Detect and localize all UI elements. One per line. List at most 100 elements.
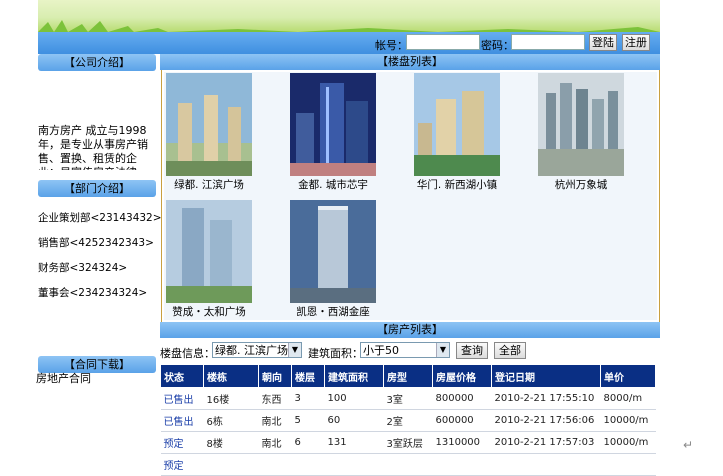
table-cell (324, 453, 384, 476)
department-item[interactable]: 企业策划部<23143432> (38, 210, 162, 225)
column-header: 单价 (600, 364, 656, 388)
column-header: 朝向 (258, 364, 292, 388)
property-photo (538, 73, 624, 176)
account-label: 帐号： (375, 39, 408, 52)
register-button[interactable]: 注册 (622, 34, 650, 51)
query-button[interactable]: 查询 (456, 342, 488, 359)
login-button[interactable]: 登陆 (589, 34, 617, 51)
area-select[interactable]: 小于50 ▼ (360, 342, 450, 358)
header-banner (38, 0, 660, 32)
status-cell[interactable]: 已售出 (160, 387, 204, 410)
chevron-down-icon: ▼ (436, 343, 449, 357)
column-header: 房屋价格 (432, 364, 492, 388)
column-header: 状态 (160, 364, 204, 388)
department-item[interactable]: 财务部<324324> (38, 260, 127, 275)
column-header: 楼层 (291, 364, 325, 388)
table-cell (491, 453, 601, 476)
grass-decoration (38, 20, 660, 32)
table-cell: 10000/m (600, 409, 656, 432)
table-cell (600, 453, 656, 476)
property-card[interactable]: 杭州万象城 (538, 73, 624, 192)
property-card[interactable]: 赞成・太和广场 (166, 200, 252, 319)
table-cell: 100 (324, 387, 384, 410)
house-list-title: 【房产列表】 (160, 322, 660, 338)
return-mark: ↵ (683, 438, 694, 452)
column-header: 登记日期 (491, 364, 601, 388)
property-name: 杭州万象城 (554, 179, 608, 191)
property-photo (166, 73, 252, 176)
table-cell: 8楼 (203, 431, 259, 454)
table-cell: 6 (291, 431, 325, 454)
table-cell (432, 453, 492, 476)
table-cell: 2010-2-21 17:55:10 (491, 387, 601, 410)
property-photo (290, 73, 376, 176)
column-header: 房型 (383, 364, 433, 388)
property-name: 赞成・太和广场 (172, 306, 246, 318)
column-header: 建筑面积 (324, 364, 384, 388)
table-row: 预定 (160, 453, 656, 476)
table-cell: 3 (291, 387, 325, 410)
property-card[interactable]: 绿都. 江滨广场 (166, 73, 252, 192)
status-cell[interactable]: 预定 (160, 431, 204, 454)
table-cell (203, 453, 259, 476)
password-label: 密码： (481, 39, 514, 52)
table-cell: 5 (291, 409, 325, 432)
table-cell: 东西 (258, 387, 292, 410)
table-cell: 3室跃层 (383, 431, 433, 454)
table-cell: 16楼 (203, 387, 259, 410)
department-item[interactable]: 董事会<234234324> (38, 285, 147, 300)
table-cell (383, 453, 433, 476)
contract-download-link[interactable]: 房地产合同 (36, 372, 154, 386)
property-name: 绿都. 江滨广场 (174, 179, 244, 191)
show-all-button[interactable]: 全部 (494, 342, 526, 359)
table-row: 已售出 16楼 东西 3 100 3室 800000 2010-2-21 17:… (160, 387, 656, 410)
table-cell: 6栋 (203, 409, 259, 432)
house-table: 状态 楼栋 朝向 楼层 建筑面积 房型 房屋价格 登记日期 单价 已售出 16楼… (160, 364, 656, 476)
chevron-down-icon: ▼ (288, 343, 301, 357)
login-bar: 帐号： 密码： 登陆 注册 (38, 32, 660, 54)
company-intro-text: 南方房产 成立与1998年，是专业从事房产销售、置换、租赁的企业；是宣传房产法律… (38, 124, 148, 170)
table-cell: 2室 (383, 409, 433, 432)
table-cell: 60 (324, 409, 384, 432)
password-input[interactable] (511, 34, 585, 50)
table-cell (291, 453, 325, 476)
account-input[interactable] (406, 34, 480, 50)
property-name: 金都. 城市芯宇 (298, 179, 368, 191)
table-cell: 800000 (432, 387, 492, 410)
table-cell: 2010-2-21 17:56:06 (491, 409, 601, 432)
table-cell: 10000/m (600, 431, 656, 454)
area-select-value: 小于50 (363, 344, 399, 357)
table-cell: 600000 (432, 409, 492, 432)
building-filter-label: 楼盘信息： (160, 347, 215, 360)
table-cell (258, 453, 292, 476)
sidebar: 【公司介绍】 南方房产 成立与1998年，是专业从事房产销售、置换、租赁的企业；… (36, 54, 162, 460)
property-card[interactable]: 凯恩・西湖金座 (290, 200, 376, 319)
contract-download-title: 【合同下载】 (38, 356, 156, 373)
property-list-title: 【楼盘列表】 (160, 54, 660, 70)
table-cell: 南北 (258, 431, 292, 454)
filter-bar: 楼盘信息： 绿都. 江滨广场 ▼ 建筑面积： 小于50 ▼ 查询 全部 (160, 341, 660, 361)
table-cell: 1310000 (432, 431, 492, 454)
property-card[interactable]: 华门. 新西湖小镇 (414, 73, 500, 192)
table-cell: 8000/m (600, 387, 656, 410)
table-row: 预定 8楼 南北 6 131 3室跃层 1310000 2010-2-21 17… (160, 431, 656, 454)
table-header-row: 状态 楼栋 朝向 楼层 建筑面积 房型 房屋价格 登记日期 单价 (160, 364, 656, 388)
status-cell[interactable]: 预定 (160, 453, 204, 476)
property-gallery: 绿都. 江滨广场 金都. 城市芯宇 华门. 新西湖小镇 杭州万象城 赞成・太和广… (161, 70, 660, 323)
property-photo (290, 200, 376, 303)
table-cell: 131 (324, 431, 384, 454)
property-photo (414, 73, 500, 176)
department-title: 【部门介绍】 (38, 180, 156, 197)
area-filter-label: 建筑面积： (308, 347, 363, 360)
property-card[interactable]: 金都. 城市芯宇 (290, 73, 376, 192)
column-header: 楼栋 (203, 364, 259, 388)
status-cell[interactable]: 已售出 (160, 409, 204, 432)
table-cell: 2010-2-21 17:57:03 (491, 431, 601, 454)
table-cell: 南北 (258, 409, 292, 432)
company-intro-title: 【公司介绍】 (38, 54, 156, 71)
table-cell: 3室 (383, 387, 433, 410)
building-select[interactable]: 绿都. 江滨广场 ▼ (212, 342, 302, 358)
department-item[interactable]: 销售部<4252342343> (38, 235, 154, 250)
table-row: 已售出 6栋 南北 5 60 2室 600000 2010-2-21 17:56… (160, 409, 656, 432)
property-name: 华门. 新西湖小镇 (416, 179, 498, 191)
